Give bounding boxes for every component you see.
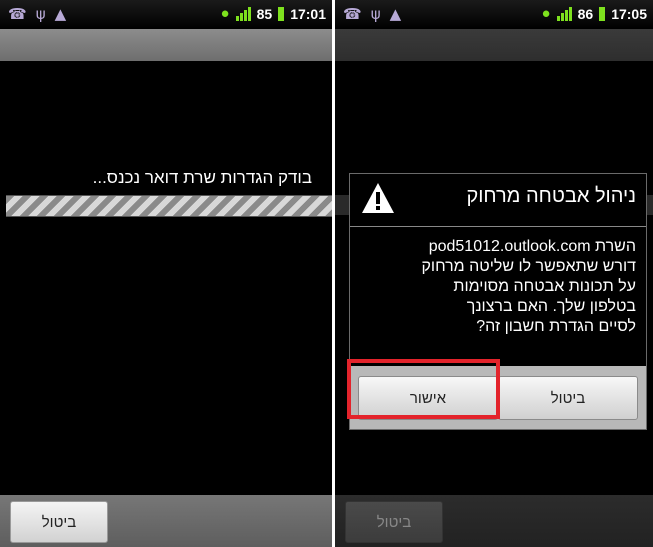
wifi-icon: ● [220, 5, 230, 22]
clock: 17:01 [290, 5, 326, 22]
cancel-button[interactable]: ביטול [345, 501, 443, 543]
battery-icon [599, 6, 606, 21]
right-screen: ☎ ψ ▲ ● 86 17:05 ניהול אבטחה מרחוק השרת … [335, 0, 653, 547]
status-bar: ☎ ψ ▲ ● 85 17:01 [0, 0, 332, 29]
dialog-message: השרת pod51012.outlook.com דורש שתאפשר לו… [362, 237, 636, 337]
message-line: לסיים הגדרת חשבון זה? [476, 318, 636, 335]
title-bar [335, 29, 653, 61]
message-line: בטלפון שלך. האם ברצונך [466, 298, 636, 315]
usb-icon: ψ [370, 5, 381, 23]
battery-icon [278, 6, 285, 21]
dialog-title: ניהול אבטחה מרחוק [466, 185, 636, 207]
battery-level: 85 [256, 5, 273, 22]
android-icon: ▲ [54, 5, 67, 23]
left-screen: ☎ ψ ▲ ● 85 17:01 בודק הגדרות שרת דואר נכ… [0, 0, 332, 547]
ok-button-highlight [347, 359, 500, 419]
clock: 17:05 [611, 5, 647, 22]
phone-icon: ☎ [8, 5, 27, 23]
status-message: בודק הגדרות שרת דואר נכנס... [92, 168, 312, 187]
message-line: דורש שתאפשר לו שליטה מרחוק [421, 258, 636, 275]
progress-bar [6, 195, 332, 217]
cancel-button[interactable]: ביטול [10, 501, 108, 543]
message-line: השרת pod51012.outlook.com [428, 238, 636, 255]
android-icon: ▲ [389, 5, 402, 23]
bottom-bar: ביטול [335, 495, 653, 547]
warning-icon [362, 183, 394, 213]
battery-level: 86 [577, 5, 594, 22]
signal-icon [235, 6, 251, 21]
dialog-header: ניהול אבטחה מרחוק [350, 174, 646, 224]
phone-icon: ☎ [343, 5, 362, 23]
dialog-cancel-button[interactable]: ביטול [498, 376, 638, 420]
usb-icon: ψ [35, 5, 46, 23]
status-bar: ☎ ψ ▲ ● 86 17:05 [335, 0, 653, 29]
bottom-bar: ביטול [0, 495, 332, 547]
wifi-icon: ● [541, 5, 551, 22]
message-line: על תכונות אבטחה מסוימות [453, 278, 636, 295]
dialog-divider [350, 226, 646, 227]
title-bar [0, 29, 332, 61]
signal-icon [556, 6, 572, 21]
